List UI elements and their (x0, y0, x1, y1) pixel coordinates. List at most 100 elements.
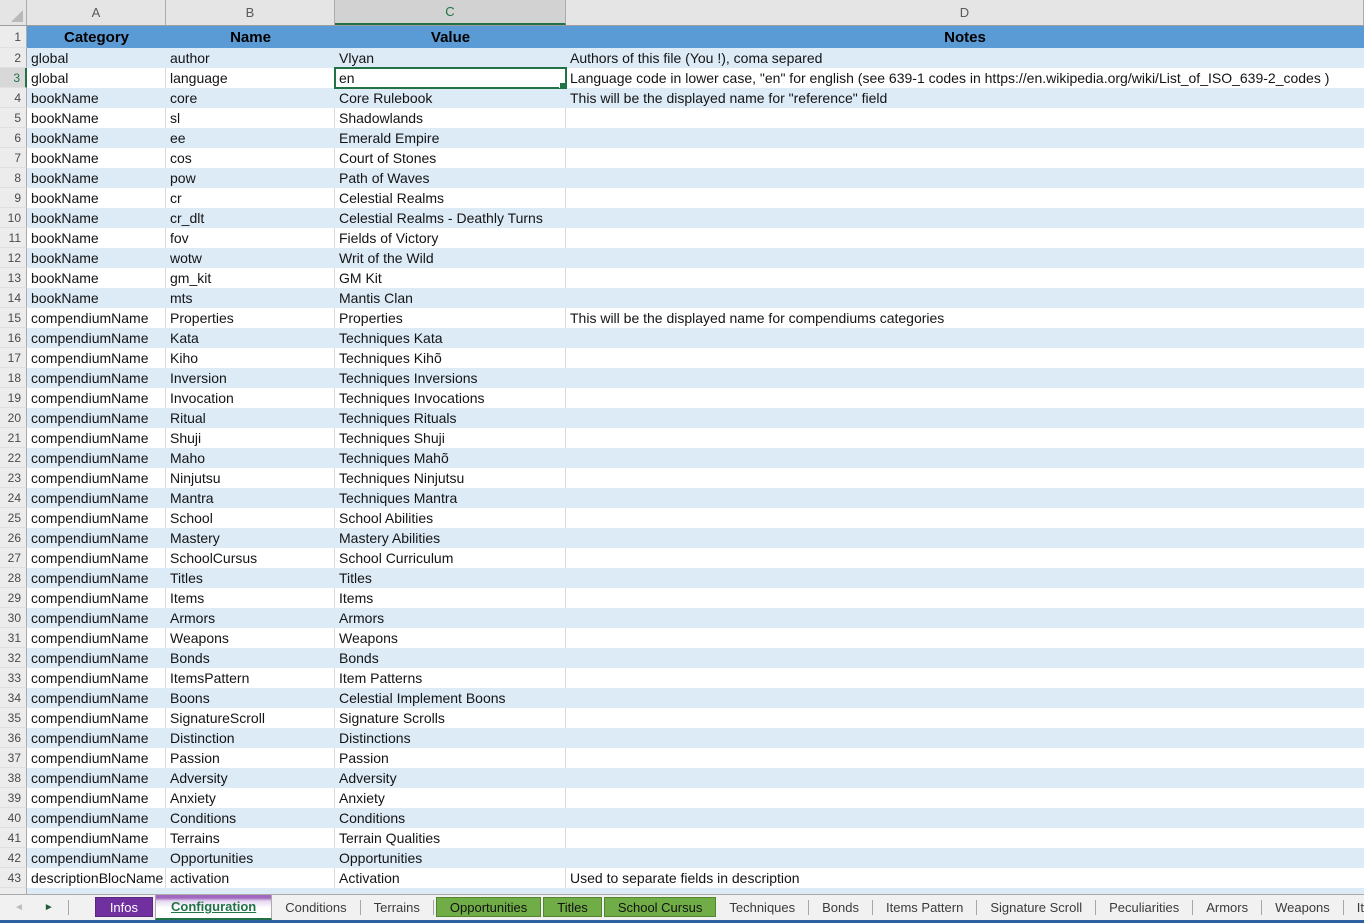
cell-name[interactable]: cr_dlt (166, 208, 335, 228)
cell-value[interactable]: Signature Scrolls (335, 708, 566, 728)
cell-category[interactable]: bookName (27, 228, 166, 248)
row-header[interactable]: 25 (0, 508, 27, 528)
cell-value[interactable]: Conditions (335, 808, 566, 828)
cell-category[interactable]: compendiumName (27, 368, 166, 388)
header-cell-category[interactable]: Category (27, 26, 166, 48)
row-header[interactable]: 10 (0, 208, 27, 228)
cell-category[interactable]: compendiumName (27, 328, 166, 348)
cell-category[interactable]: compendiumName (27, 668, 166, 688)
cell-value[interactable]: Techniques Kihõ (335, 348, 566, 368)
cell-name[interactable]: activation (166, 868, 335, 888)
cell-category[interactable]: global (27, 48, 166, 68)
header-cell-name[interactable]: Name (166, 26, 335, 48)
cell-category[interactable]: bookName (27, 148, 166, 168)
cell-name[interactable]: Properties (166, 308, 335, 328)
row-header[interactable]: 14 (0, 288, 27, 308)
cell-notes[interactable]: Authors of this file (You !), coma separ… (566, 48, 1364, 68)
cell-value[interactable]: Mastery Abilities (335, 528, 566, 548)
cell-value[interactable]: Shadowlands (335, 108, 566, 128)
cell-category[interactable]: compendiumName (27, 688, 166, 708)
cell-category[interactable]: bookName (27, 168, 166, 188)
cell-category[interactable]: compendiumName (27, 308, 166, 328)
row-header[interactable]: 7 (0, 148, 27, 168)
cell-notes[interactable] (566, 208, 1364, 228)
cell-value[interactable]: Emerald Empire (335, 128, 566, 148)
cell-notes[interactable] (566, 448, 1364, 468)
row-header[interactable]: 6 (0, 128, 27, 148)
cell-notes[interactable] (566, 348, 1364, 368)
row-header[interactable]: 38 (0, 768, 27, 788)
cell-name[interactable]: gm_kit (166, 268, 335, 288)
cell-category[interactable]: bookName (27, 108, 166, 128)
cell-notes[interactable] (566, 668, 1364, 688)
cell-category[interactable]: bookName (27, 188, 166, 208)
cell-notes[interactable] (566, 368, 1364, 388)
row-header[interactable]: 33 (0, 668, 27, 688)
cell-name[interactable]: Armors (166, 608, 335, 628)
cell-name[interactable]: cos (166, 148, 335, 168)
cell-notes[interactable] (566, 488, 1364, 508)
row-header[interactable]: 8 (0, 168, 27, 188)
row-header[interactable]: 19 (0, 388, 27, 408)
cell-name[interactable]: cr (166, 188, 335, 208)
cell-name[interactable]: Items (166, 588, 335, 608)
row-header[interactable]: 1 (0, 26, 27, 48)
cell-category[interactable]: compendiumName (27, 568, 166, 588)
cell-value[interactable]: Techniques Rituals (335, 408, 566, 428)
cell-name[interactable]: core (166, 88, 335, 108)
cell-category[interactable]: compendiumName (27, 748, 166, 768)
sheet-tab[interactable]: Bonds (809, 900, 873, 915)
cell-value[interactable]: Vlyan (335, 48, 566, 68)
cell-category[interactable]: compendiumName (27, 388, 166, 408)
cell-name[interactable]: author (166, 48, 335, 68)
cell-category[interactable]: bookName (27, 288, 166, 308)
cell-value[interactable]: Armors (335, 608, 566, 628)
cell-value[interactable]: Mantis Clan (335, 288, 566, 308)
row-header[interactable]: 26 (0, 528, 27, 548)
sheet-tab[interactable]: Titles (543, 897, 602, 917)
sheet-tab[interactable]: Weapons (1262, 900, 1344, 915)
row-header[interactable]: 18 (0, 368, 27, 388)
cell-notes[interactable] (566, 168, 1364, 188)
cell-notes[interactable] (566, 328, 1364, 348)
sheet-tab[interactable]: Items Pattern (873, 900, 977, 915)
cell-notes[interactable] (566, 768, 1364, 788)
row-header[interactable]: 30 (0, 608, 27, 628)
cell-notes[interactable] (566, 148, 1364, 168)
cell-value[interactable]: Techniques Mahõ (335, 448, 566, 468)
cell-value[interactable]: Celestial Realms - Deathly Turns (335, 208, 566, 228)
cell-category[interactable]: compendiumName (27, 508, 166, 528)
cell-notes[interactable] (566, 388, 1364, 408)
cell-name[interactable]: Opportunities (166, 848, 335, 868)
cell-category[interactable]: bookName (27, 88, 166, 108)
cell-value[interactable]: Techniques Shuji (335, 428, 566, 448)
cell-category[interactable]: compendiumName (27, 848, 166, 868)
cell-value[interactable]: Anxiety (335, 788, 566, 808)
cell-name[interactable]: ee (166, 128, 335, 148)
cell-name[interactable]: SchoolCursus (166, 548, 335, 568)
cell-notes[interactable]: Used to separate fields in description (566, 868, 1364, 888)
sheet-tab[interactable]: Signature Scroll (977, 900, 1096, 915)
cell-notes[interactable] (566, 188, 1364, 208)
cell-notes[interactable] (566, 788, 1364, 808)
cell-value[interactable]: Writ of the Wild (335, 248, 566, 268)
cell-value[interactable]: Techniques Ninjutsu (335, 468, 566, 488)
cell-category[interactable]: compendiumName (27, 768, 166, 788)
cell-name[interactable]: Distinction (166, 728, 335, 748)
sheet-tab[interactable]: Peculiarities (1096, 900, 1193, 915)
cell-value[interactable]: Celestial Implement Boons (335, 688, 566, 708)
sheet-tab[interactable]: Terrains (361, 900, 434, 915)
cell-notes[interactable] (566, 648, 1364, 668)
row-header[interactable]: 16 (0, 328, 27, 348)
cell-name[interactable]: fov (166, 228, 335, 248)
row-header[interactable]: 4 (0, 88, 27, 108)
cell-notes[interactable] (566, 288, 1364, 308)
sheet-tab[interactable]: Conditions (272, 900, 360, 915)
row-header[interactable]: 42 (0, 848, 27, 868)
cell-notes[interactable] (566, 828, 1364, 848)
cell-name[interactable]: Titles (166, 568, 335, 588)
cell-value[interactable]: Celestial Realms (335, 188, 566, 208)
cell-category[interactable]: bookName (27, 248, 166, 268)
cell-value[interactable]: Court of Stones (335, 148, 566, 168)
row-header[interactable]: 23 (0, 468, 27, 488)
